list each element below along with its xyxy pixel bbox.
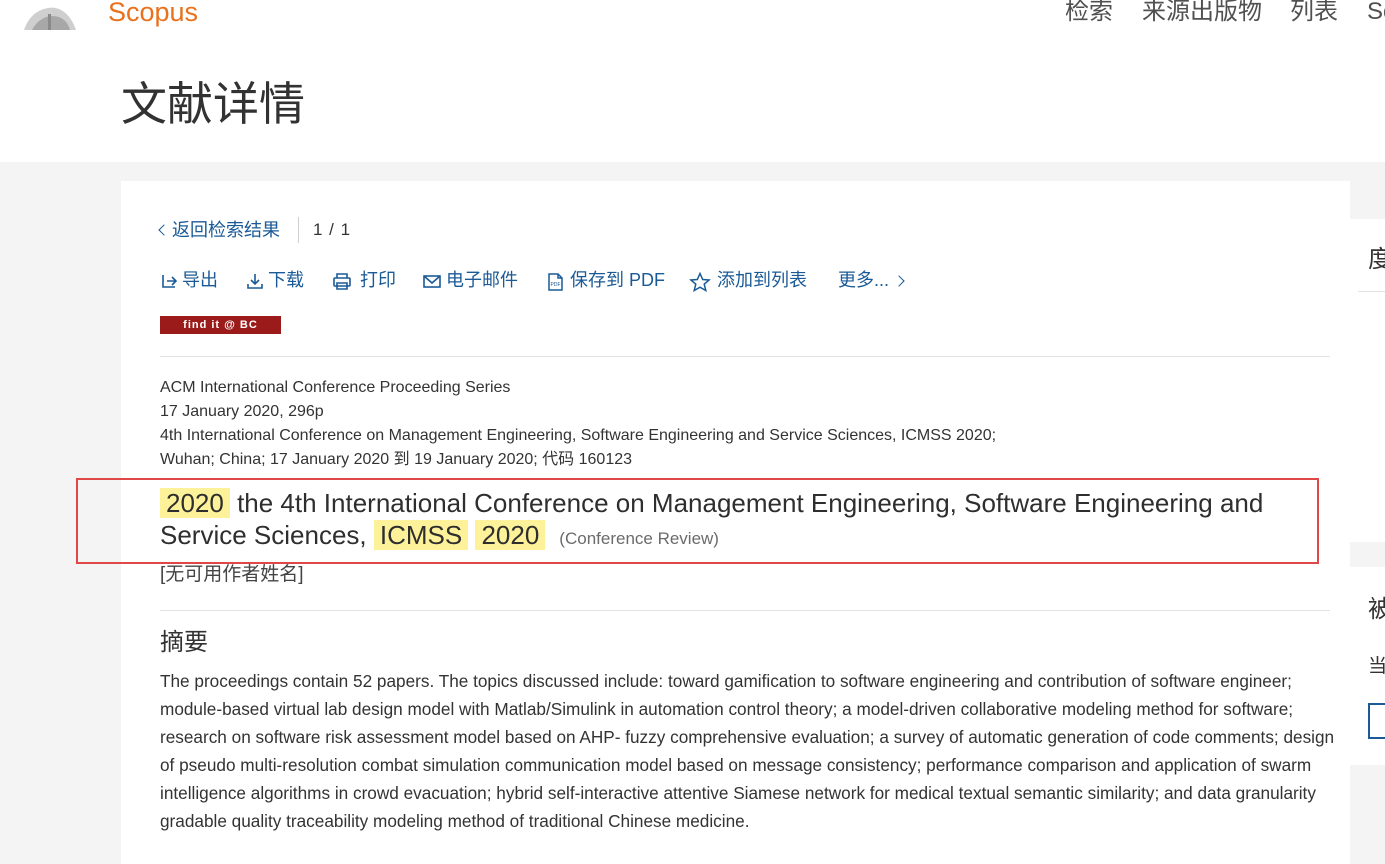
top-header: Scopus 检索 来源出版物 列表 Sc 文献详情 [0,0,1385,162]
svg-text:PDF: PDF [551,282,561,288]
nav-search[interactable]: 检索 [1065,0,1113,30]
email-icon [423,275,441,288]
nav-scival[interactable]: Sc [1367,0,1385,30]
pdf-icon: PDF [548,273,563,291]
download-icon [247,274,263,289]
source-series-link[interactable]: ACM International Conference Proceeding … [160,376,996,400]
back-to-results-link[interactable]: 返回检索结果 [158,218,280,242]
authors: [无可用作者姓名] [160,564,304,585]
chevron-right-icon [893,275,905,287]
star-icon [689,272,711,292]
highlight-term: 2020 [475,520,546,550]
metrics-panel-heading: 度 [1368,246,1385,273]
result-pager: 1 / 1 [313,220,352,239]
highlight-term: 2020 [160,488,230,518]
print-icon [333,273,351,290]
divider [160,610,1330,611]
set-alert-button[interactable] [1368,703,1385,739]
divider [298,217,299,243]
date-pages: 17 January 2020, 296p [160,403,324,420]
cited-by-heading: 被 [1368,596,1385,623]
document-title: 2020 the 4th International Conference on… [160,488,1264,550]
find-it-at-bc-button[interactable]: find it @ BC [160,316,281,334]
source-metadata: ACM International Conference Proceeding … [160,376,996,472]
conference-location: Wuhan; China; 17 January 2020 到 19 Janua… [160,451,633,468]
conference-name: 4th International Conference on Manageme… [160,427,997,444]
abstract-text: The proceedings contain 52 papers. The t… [160,671,1335,831]
document-card: 返回检索结果 1 / 1 导出 下载 打印 电子邮件 PDF 保存到 PDF 添… [121,181,1350,864]
cited-by-text: 当 [1368,656,1385,677]
page-title: 文献详情 [121,78,305,130]
nav-sources[interactable]: 来源出版物 [1142,0,1262,30]
abstract-heading: 摘要 [160,629,208,656]
elsevier-tree-logo-icon [24,7,76,30]
document-type: (Conference Review) [559,529,719,548]
cited-by-panel: 被 当 [1350,567,1385,765]
chevron-left-icon [158,224,170,236]
highlight-term: ICMSS [373,520,469,550]
divider [1358,291,1385,292]
nav-lists[interactable]: 列表 [1290,0,1338,30]
scopus-logo[interactable]: Scopus [108,0,198,30]
divider [160,356,1330,357]
export-icon [162,275,178,288]
back-label: 返回检索结果 [172,220,280,240]
metrics-panel: 度 [1350,219,1385,542]
